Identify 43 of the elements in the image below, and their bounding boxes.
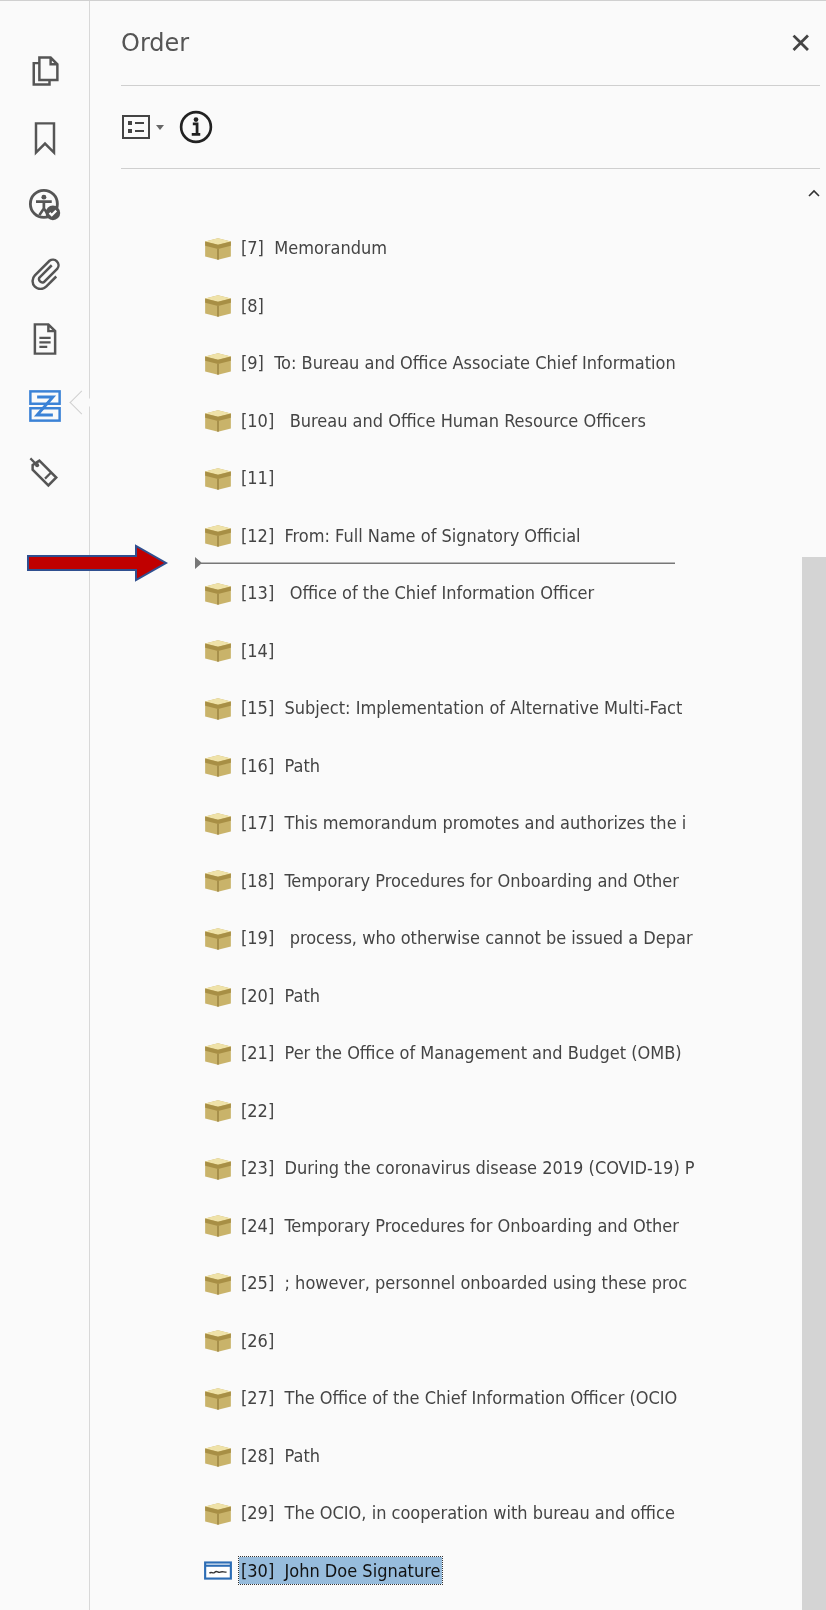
box-icon: [203, 522, 233, 549]
order-item[interactable]: [15] Subject: Implementation of Alternative Multi-Fact: [239, 694, 685, 722]
box-icon: [203, 867, 233, 894]
order-item[interactable]: [28] Path: [239, 1441, 322, 1469]
order-item[interactable]: [27] The Office of the Chief Information Officer (OCIO: [239, 1384, 680, 1412]
order-item[interactable]: [11]: [239, 464, 277, 492]
order-item[interactable]: [17] This memorandum promotes and authorizes the i: [239, 809, 689, 837]
box-icon: [203, 752, 233, 779]
box-icon: [203, 1212, 233, 1239]
box-icon: [203, 292, 233, 319]
order-item[interactable]: [26]: [239, 1326, 277, 1354]
box-icon: [203, 407, 233, 434]
order-item[interactable]: [25] ; however, personnel onboarded using these proc: [239, 1269, 690, 1297]
accessibility-icon[interactable]: [26, 187, 63, 223]
scroll-up-icon[interactable]: [808, 189, 820, 197]
order-item[interactable]: [22]: [239, 1096, 277, 1124]
order-item[interactable]: [19] process, who otherwise cannot be issued a Depar: [239, 924, 695, 952]
box-icon: [203, 1327, 233, 1354]
box-icon: [203, 1097, 233, 1124]
order-item[interactable]: [9] To: Bureau and Office Associate Chief Information: [239, 349, 678, 377]
order-item[interactable]: [18] Temporary Procedures for Onboarding and Other: [239, 866, 681, 894]
scroll-thumb[interactable]: [802, 557, 826, 1610]
order-item[interactable]: [8]: [239, 291, 266, 319]
order-item[interactable]: [14]: [239, 636, 277, 664]
options-menu-icon[interactable]: [121, 113, 167, 141]
order-item[interactable]: [20] Path: [239, 981, 322, 1009]
order-item[interactable]: [7] Memorandum: [239, 234, 389, 262]
order-item[interactable]: [16] Path: [239, 751, 322, 779]
order-item[interactable]: [21] Per the Office of Management and Budget (OMB): [239, 1039, 684, 1067]
order-item[interactable]: [13] Office of the Chief Information Officer: [239, 579, 597, 607]
order-item[interactable]: [10] Bureau and Office Human Resource Officers: [239, 406, 648, 434]
order-item[interactable]: [23] During the coronavirus disease 2019 (COVID-19) P: [239, 1154, 697, 1182]
panel-title: Order: [121, 29, 190, 57]
order-item[interactable]: [29] The OCIO, in cooperation with bureau and office: [239, 1499, 677, 1527]
order-item[interactable]: [12] From: Full Name of Signatory Official: [239, 521, 583, 549]
order-item[interactable]: [30] John Doe Signature: [239, 1556, 443, 1584]
box-icon: [203, 637, 233, 664]
info-icon[interactable]: [179, 110, 213, 144]
box-icon: [203, 982, 233, 1009]
order-item[interactable]: [24] Temporary Procedures for Onboarding and Other: [239, 1211, 681, 1239]
order-icon[interactable]: [26, 388, 63, 424]
close-button[interactable]: ✕: [781, 26, 820, 60]
box-icon: [203, 1442, 233, 1469]
